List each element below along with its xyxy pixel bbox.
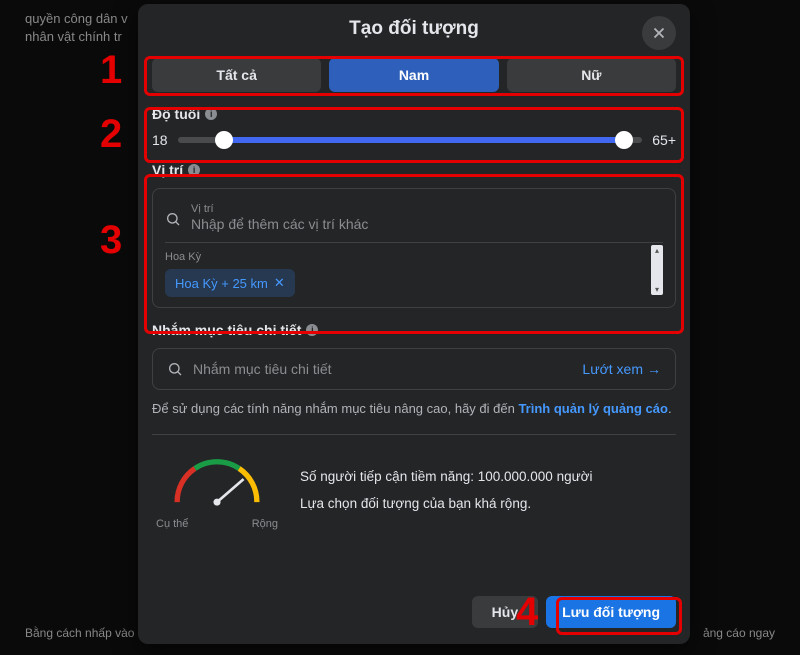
location-results: Hoa Kỳ Hoa Kỳ + 25 km ✕ ▴ ▾ xyxy=(165,242,663,297)
reach-row: Cụ thể Rộng Số người tiếp cận tiềm năng:… xyxy=(152,449,676,530)
info-icon[interactable]: i xyxy=(306,324,318,336)
browse-link[interactable]: Lướt xem → xyxy=(582,361,661,377)
location-chip-text: Hoa Kỳ + 25 km xyxy=(175,276,268,291)
location-card: Vị trí Hoa Kỳ Hoa Kỳ + 25 km ✕ ▴ ▾ xyxy=(152,188,676,308)
age-max: 65+ xyxy=(652,132,676,148)
chip-remove-icon[interactable]: ✕ xyxy=(274,275,285,291)
modal-header: Tạo đối tượng xyxy=(138,4,690,52)
background-text-top: quyền công dân v nhân vật chính tr xyxy=(0,0,153,56)
location-chip[interactable]: Hoa Kỳ + 25 km ✕ xyxy=(165,269,295,297)
age-label: Độ tuổi i xyxy=(152,106,676,122)
age-min: 18 xyxy=(152,132,168,148)
age-slider-row: 18 65+ xyxy=(152,132,676,148)
age-slider-thumb-max[interactable] xyxy=(615,131,633,149)
info-icon[interactable]: i xyxy=(188,164,200,176)
targeting-search-row: Lướt xem → xyxy=(152,348,676,390)
create-audience-modal: Tạo đối tượng Tất cả Nam Nữ Độ tuổi i 18 xyxy=(138,4,690,644)
location-input[interactable] xyxy=(191,216,663,232)
cancel-button[interactable]: Hủy xyxy=(472,596,538,628)
gender-female-button[interactable]: Nữ xyxy=(507,58,676,92)
gender-segments: Tất cả Nam Nữ xyxy=(152,58,676,92)
annotation-number-2: 2 xyxy=(100,112,122,157)
location-inner-label: Vị trí xyxy=(191,203,663,215)
location-search-row: Vị trí xyxy=(165,199,663,242)
modal-body: Tất cả Nam Nữ Độ tuổi i 18 65+ Vị trí xyxy=(138,52,690,586)
targeting-label: Nhắm mục tiêu chi tiết i xyxy=(152,322,676,338)
annotation-number-3: 3 xyxy=(100,218,122,263)
location-group-label: Hoa Kỳ xyxy=(165,251,663,263)
targeting-input[interactable] xyxy=(193,361,572,377)
browse-text: Lướt xem xyxy=(582,361,643,377)
age-slider-track[interactable] xyxy=(178,137,643,143)
ads-manager-link[interactable]: Trình quản lý quảng cáo xyxy=(518,401,668,416)
gender-all-button[interactable]: Tất cả xyxy=(152,58,321,92)
age-slider-thumb-min[interactable] xyxy=(215,131,233,149)
hint-pre: Để sử dụng các tính năng nhắm mục tiêu n… xyxy=(152,401,518,416)
scroll-up-icon: ▴ xyxy=(655,246,659,255)
divider xyxy=(152,434,676,435)
info-icon[interactable]: i xyxy=(205,108,217,120)
reach-text: Số người tiếp cận tiềm năng: 100.000.000… xyxy=(300,469,676,511)
modal-title: Tạo đối tượng xyxy=(349,18,479,40)
age-section: Độ tuổi i 18 65+ xyxy=(152,106,676,148)
search-icon xyxy=(165,211,181,227)
close-button[interactable] xyxy=(642,16,676,50)
save-audience-button[interactable]: Lưu đối tượng xyxy=(546,596,676,628)
arrow-right-icon: → xyxy=(647,361,661,377)
targeting-hint: Để sử dụng các tính năng nhắm mục tiêu n… xyxy=(152,400,676,418)
gender-male-button[interactable]: Nam xyxy=(329,58,498,92)
gauge-label-broad: Rộng xyxy=(252,518,278,530)
background-text-bottom-left: Bằng cách nhấp vào Qu xyxy=(25,626,154,640)
targeting-label-text: Nhắm mục tiêu chi tiết xyxy=(152,322,301,338)
modal-footer: Hủy Lưu đối tượng xyxy=(138,586,690,644)
scroll-down-icon: ▾ xyxy=(655,285,659,294)
location-label-text: Vị trí xyxy=(152,162,183,178)
gauge-icon xyxy=(162,449,272,511)
location-label: Vị trí i xyxy=(152,162,676,178)
targeting-section: Nhắm mục tiêu chi tiết i Lướt xem → Để s… xyxy=(152,322,676,418)
search-icon xyxy=(167,361,183,377)
age-label-text: Độ tuổi xyxy=(152,106,200,122)
reach-count: Số người tiếp cận tiềm năng: 100.000.000… xyxy=(300,469,676,484)
location-section: Vị trí i Vị trí Hoa Kỳ Hoa Kỳ + 25 xyxy=(152,162,676,308)
age-slider-fill xyxy=(224,137,624,143)
gauge-label-specific: Cụ thể xyxy=(156,518,188,530)
background-text-bottom-right: ảng cáo ngay xyxy=(703,626,775,640)
close-icon xyxy=(650,24,668,42)
hint-post: . xyxy=(668,401,672,416)
scrollbar[interactable]: ▴ ▾ xyxy=(651,245,663,295)
reach-description: Lựa chọn đối tượng của bạn khá rộng. xyxy=(300,496,676,511)
gauge-block: Cụ thể Rộng xyxy=(152,449,282,530)
